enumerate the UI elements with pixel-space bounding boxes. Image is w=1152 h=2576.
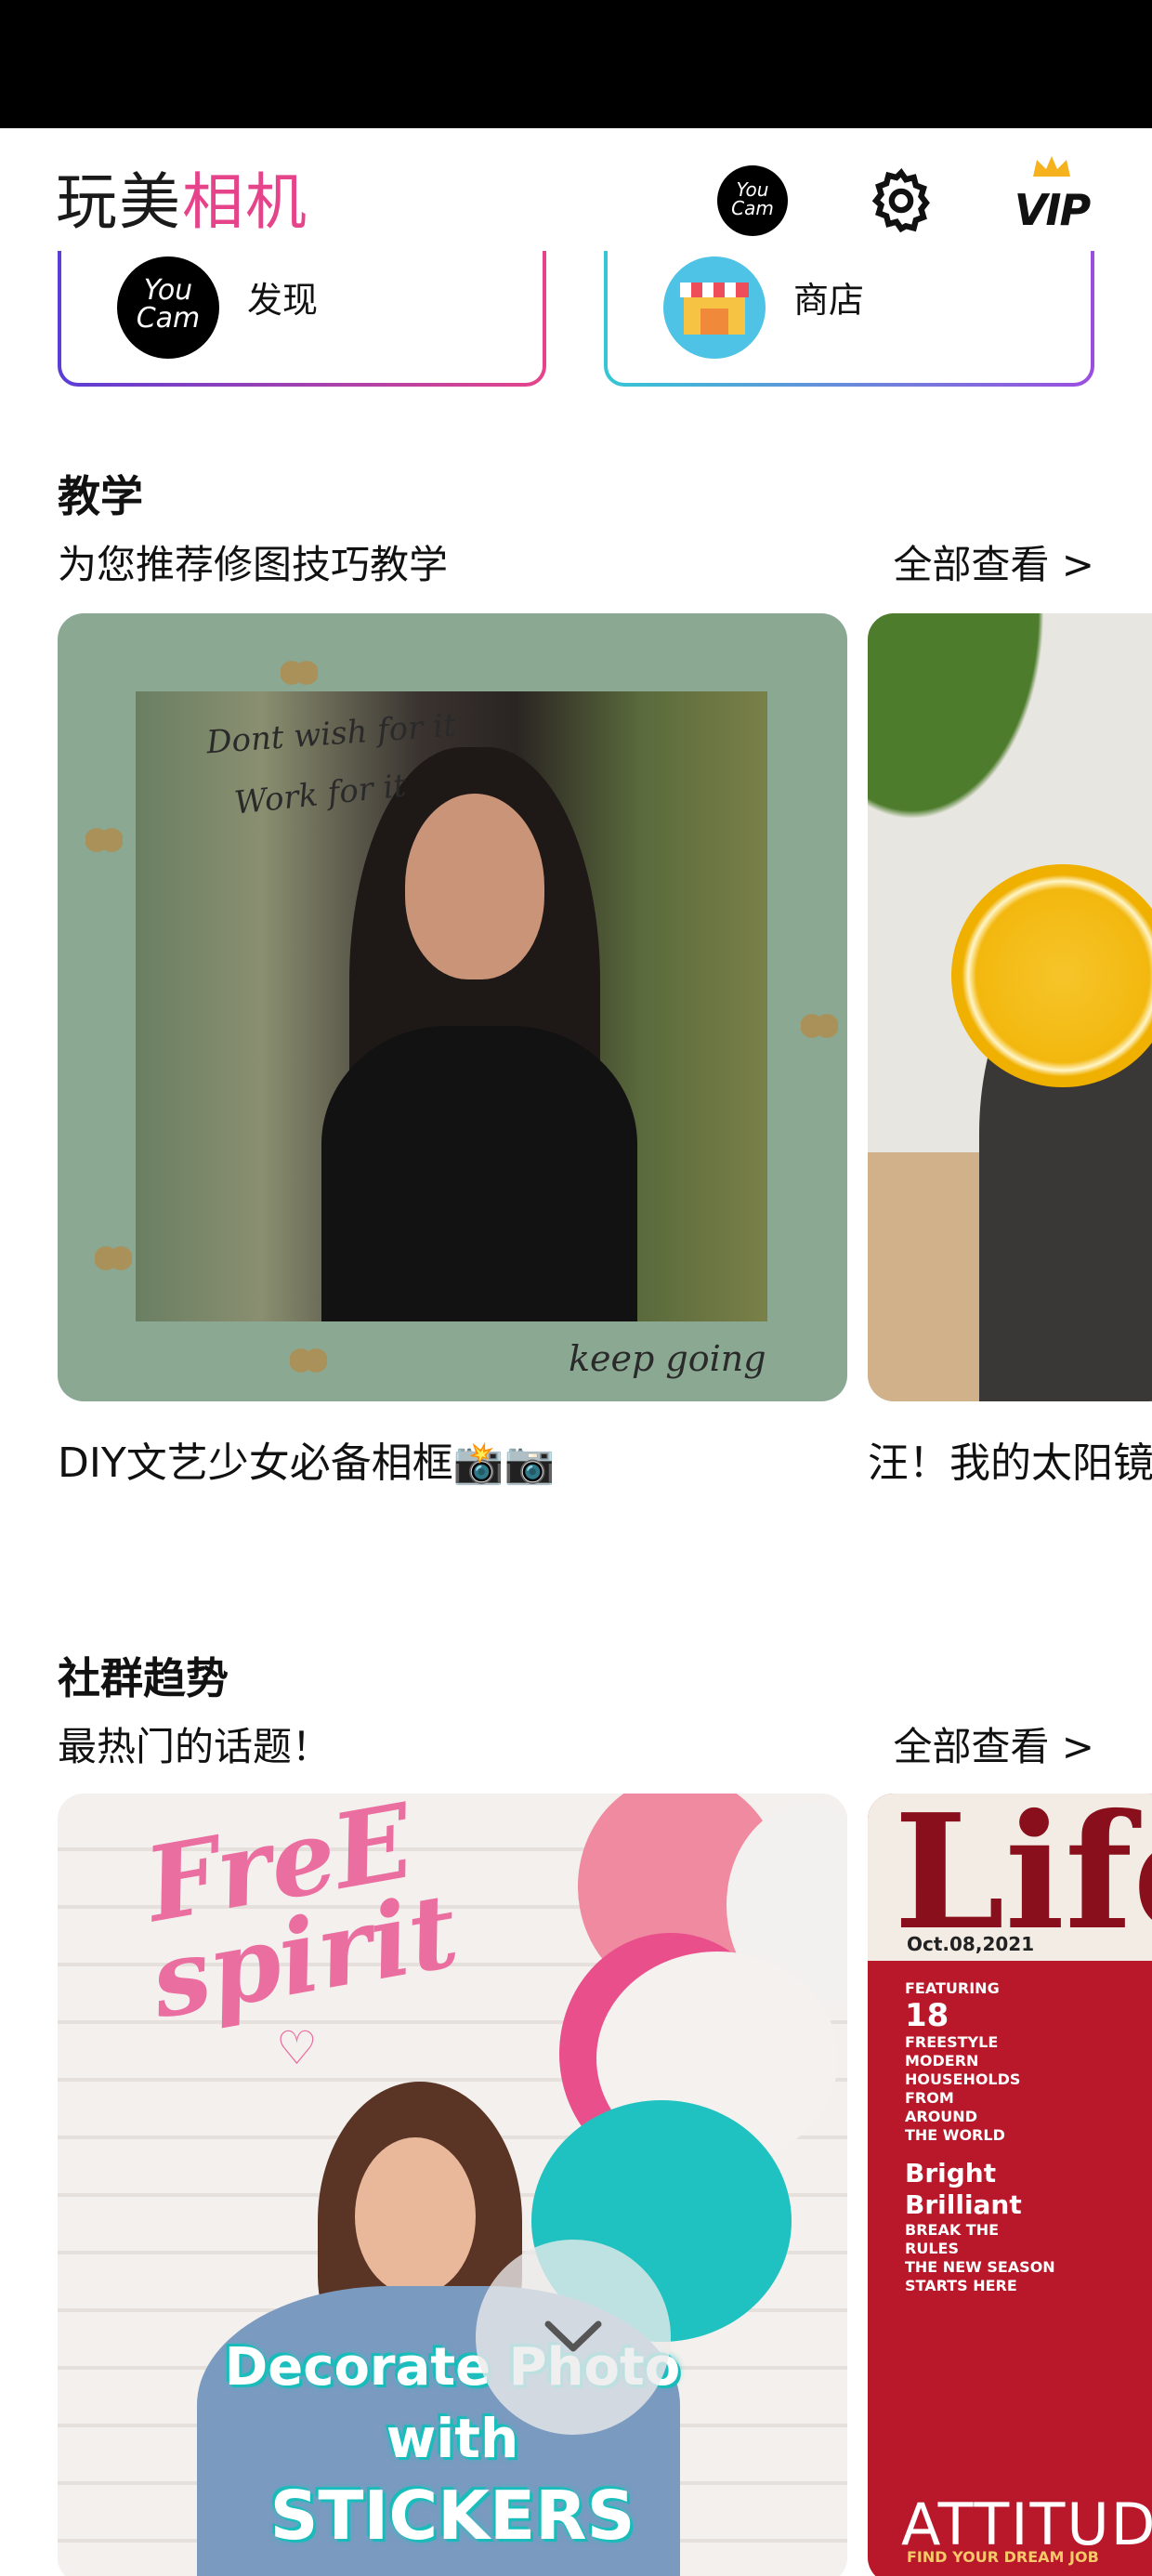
vip-button[interactable]: VIP [1013, 156, 1091, 240]
magazine-title: Life [894, 1794, 1152, 1965]
cover-line: FREESTYLE [905, 2033, 999, 2051]
palm-leaf-image [868, 613, 1091, 892]
butterfly-decoration [801, 1013, 838, 1039]
lemon-slice-image [951, 864, 1152, 1087]
sticker-caption: with [386, 2407, 519, 2470]
app-title-part2: 相机 [182, 166, 308, 238]
community-card[interactable]: FreE spirit ♡ Decorate Photo with STICKE… [58, 1794, 847, 2576]
app-title: 玩美相机 [56, 165, 308, 240]
cover-line: THE NEW SEASON [905, 2258, 1055, 2276]
youcam-badge-text: You Cam [717, 165, 788, 236]
cover-line: RULES [905, 2240, 959, 2257]
tutorial-caption: DIY文艺少女必备相框📸📷 [58, 1439, 556, 1487]
chevron-down-icon [544, 2320, 602, 2352]
cover-line: HOUSEHOLDS [905, 2070, 1021, 2088]
settings-gear-icon[interactable] [862, 162, 940, 240]
photo-face [405, 794, 544, 979]
butterfly-decoration [85, 827, 123, 853]
magazine-tagline: FIND YOUR DREAM JOB [907, 2548, 1099, 2566]
sticker-caption: STICKERS [269, 2477, 635, 2555]
frame-script-text: keep going [569, 1338, 766, 1379]
magazine-date: Oct.08,2021 [907, 1933, 1035, 1955]
tutorials-title: 教学 [58, 471, 143, 521]
tutorials-subtitle: 为您推荐修图技巧教学 [58, 542, 449, 587]
butterfly-decoration [290, 1347, 327, 1373]
butterfly-decoration [95, 1245, 132, 1271]
community-subtitle: 最热门的话题！ [58, 1724, 332, 1769]
status-bar [0, 0, 1152, 128]
scroll-down-button[interactable] [476, 2240, 671, 2435]
cover-line: FEATURING [905, 1979, 1000, 1997]
crown-icon [1033, 156, 1070, 177]
community-title: 社群趋势 [58, 1653, 229, 1703]
sticker-caption: Decorate Photo [224, 2337, 681, 2398]
youcam-logo-icon: You Cam [117, 256, 219, 359]
community-view-all-link[interactable]: 全部查看 > [893, 1715, 1094, 1772]
store-icon [663, 256, 766, 359]
magazine-cover-lines: FEATURING 18 FREESTYLE MODERN HOUSEHOLDS… [905, 1979, 1152, 2295]
tutorial-card[interactable]: Dont wish for it Work for it keep going [58, 613, 847, 1401]
tutorial-caption: 汪！我的太阳镜 [868, 1439, 1152, 1487]
cover-line: STARTS HERE [905, 2277, 1017, 2294]
vip-label: VIP [1014, 185, 1091, 235]
discover-label: 发现 [247, 280, 319, 321]
cover-line: BREAK THE [905, 2221, 1000, 2239]
youcam-icon[interactable]: You Cam [713, 162, 792, 240]
cover-line: AROUND [905, 2108, 977, 2125]
photo-dress [321, 1026, 637, 1321]
cover-line: Bright [905, 2158, 997, 2188]
heart-sticker-icon: ♡ [276, 2021, 318, 2075]
store-label: 商店 [793, 280, 865, 321]
cover-line: 18 [905, 1997, 949, 2034]
community-card[interactable]: Life Oct.08,2021 FEATURING 18 FREESTYLE … [868, 1794, 1152, 2576]
tutorial-photo [136, 691, 767, 1321]
photo-face [355, 2137, 476, 2295]
store-card[interactable]: 商店 [604, 251, 1094, 387]
butterfly-decoration [281, 660, 318, 686]
app-title-part1: 玩美 [56, 166, 182, 238]
tutorials-view-all-link[interactable]: 全部查看 > [893, 533, 1094, 590]
cover-line: FROM [905, 2089, 954, 2107]
discover-card[interactable]: You Cam 发现 [58, 251, 546, 387]
app-header: 玩美相机 You Cam VIP [0, 128, 1152, 269]
tutorial-card[interactable] [868, 613, 1152, 1401]
cover-line: Brilliant [905, 2189, 1022, 2220]
cover-line: THE WORLD [905, 2126, 1005, 2144]
cover-line: MODERN [905, 2052, 979, 2070]
